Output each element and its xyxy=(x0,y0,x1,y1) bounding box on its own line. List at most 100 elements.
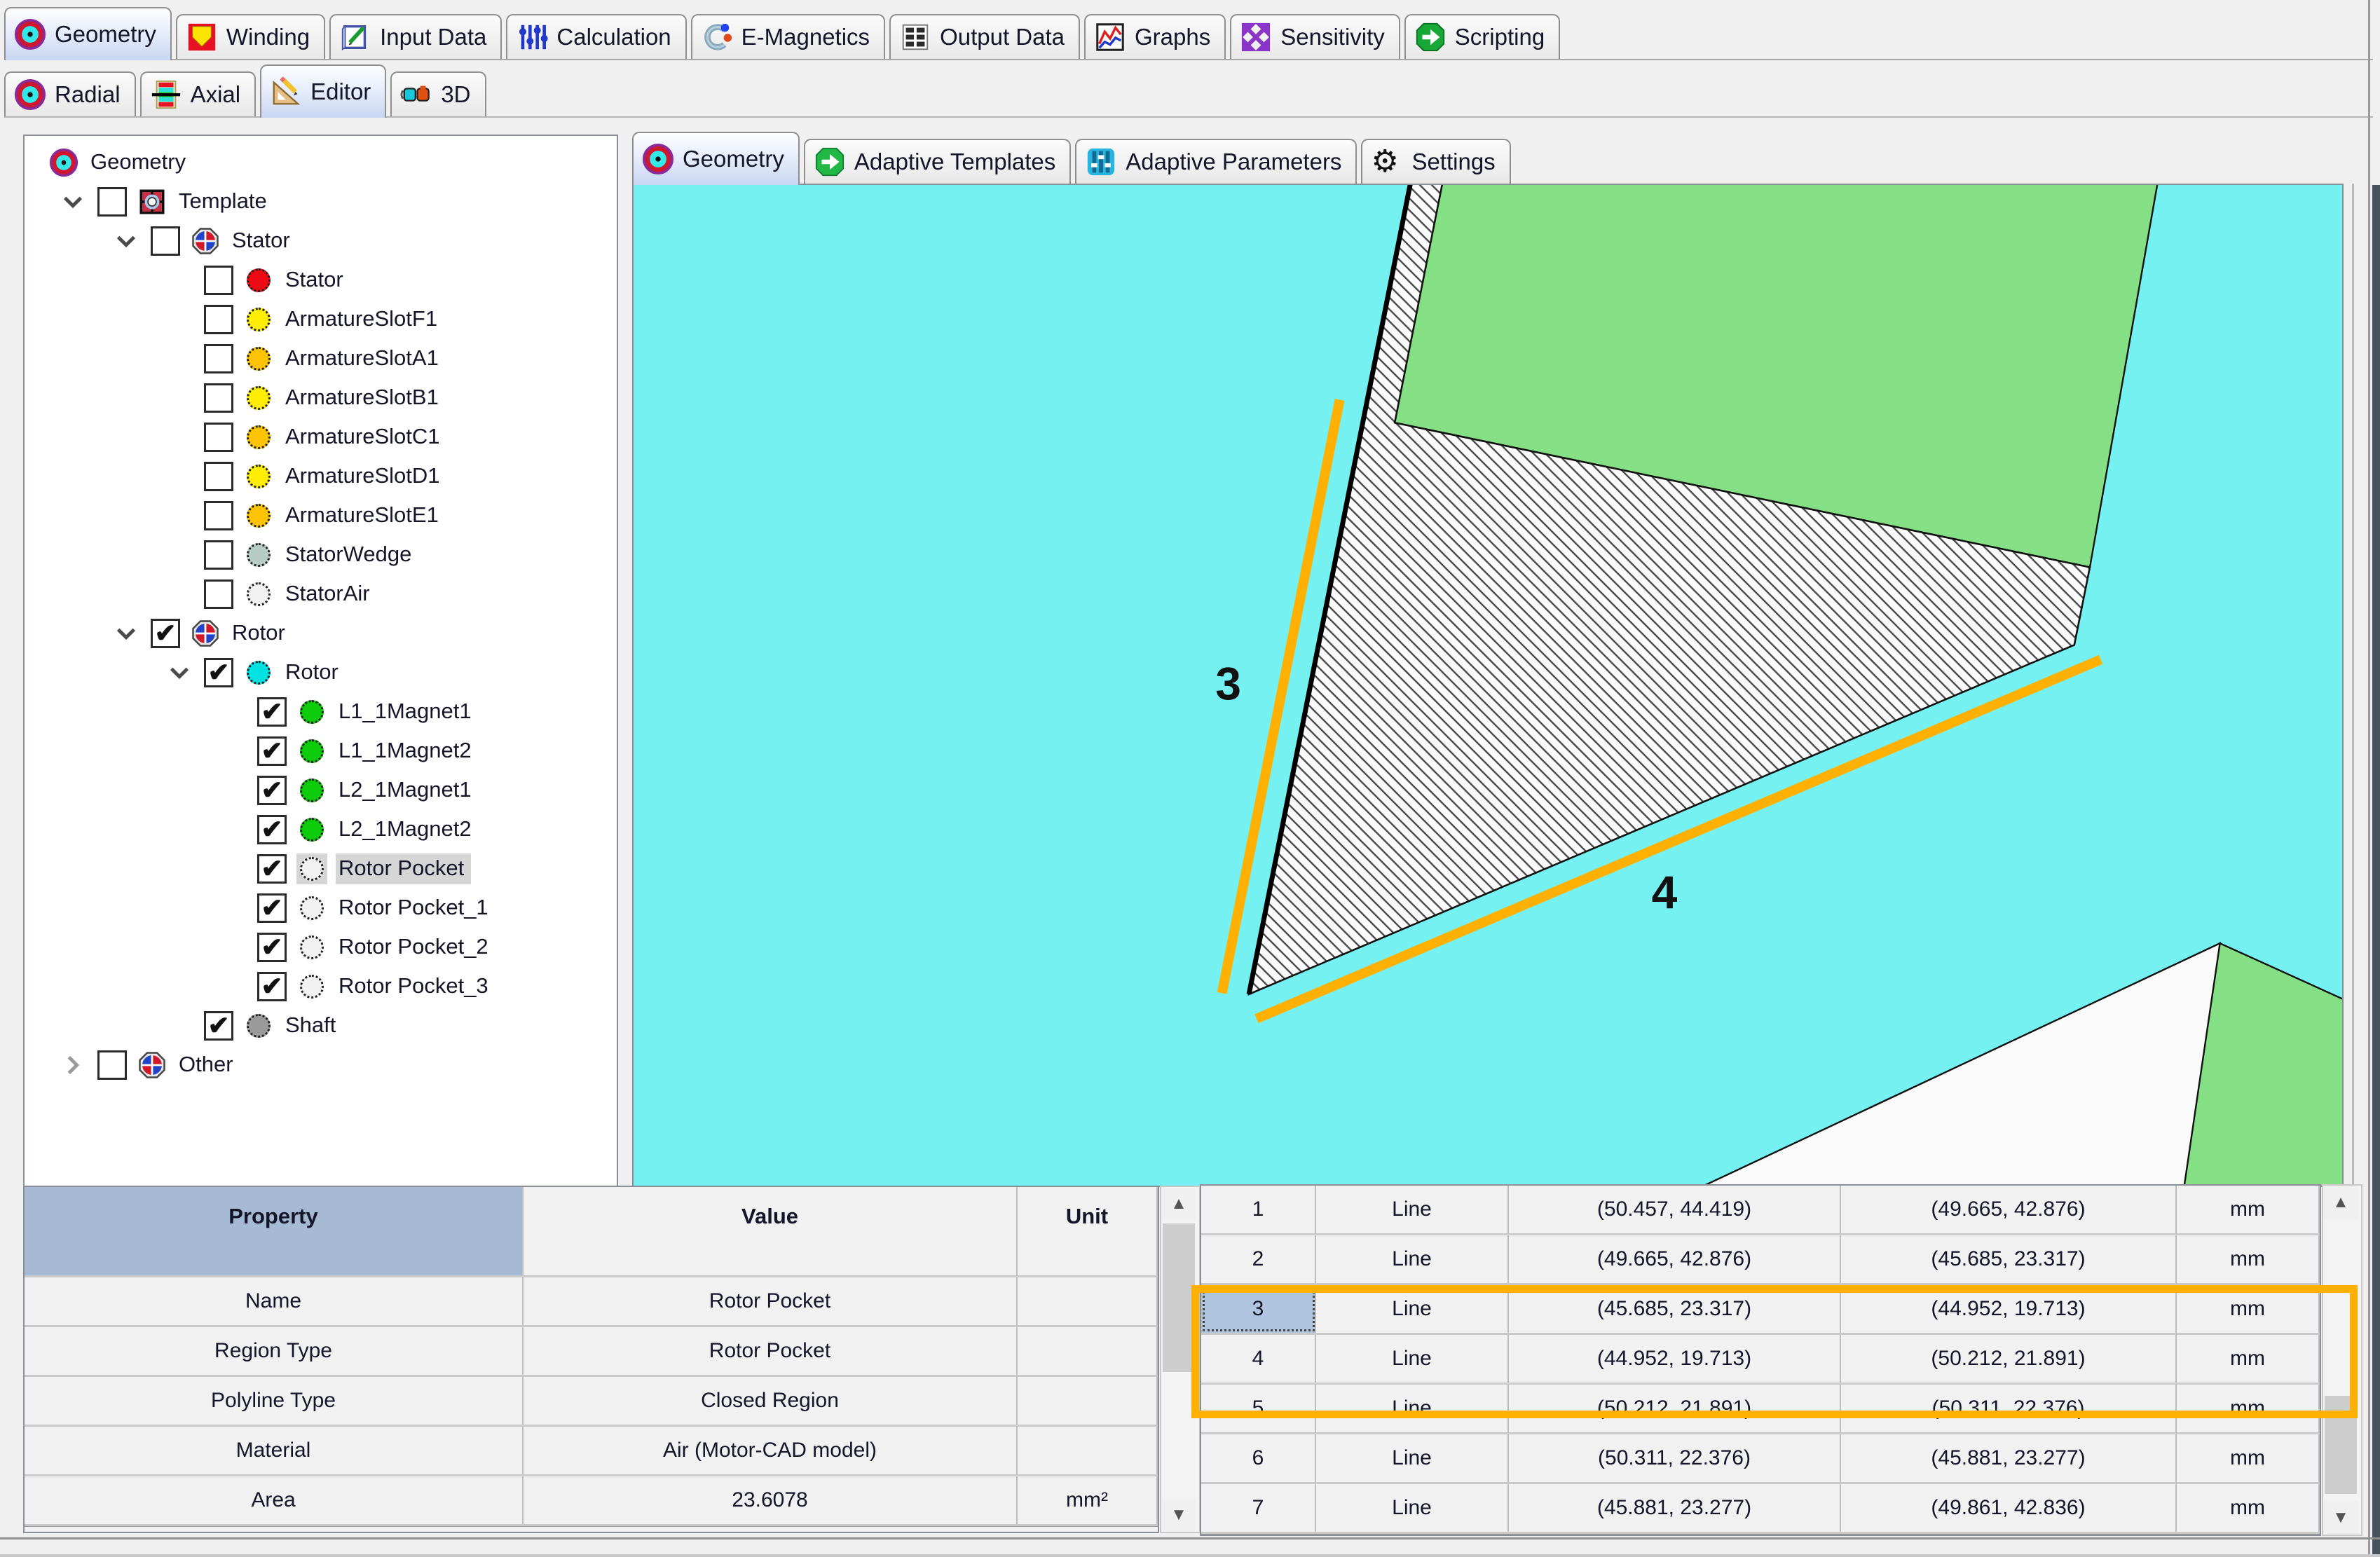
tree-checkbox[interactable] xyxy=(204,344,233,373)
segment-unit-cell[interactable]: mm xyxy=(2177,1434,2320,1482)
tree-item-shaft-22[interactable]: ✔Shaft xyxy=(25,1006,617,1045)
tree-item-armatureslotf1-4[interactable]: ArmatureSlotF1 xyxy=(25,300,617,339)
tab-sensitivity[interactable]: Sensitivity xyxy=(1230,14,1400,59)
segment-unit-cell[interactable]: mm xyxy=(2177,1186,2320,1233)
chevron-right-icon[interactable] xyxy=(61,1051,97,1079)
tree-item-label[interactable]: ArmatureSlotB1 xyxy=(282,383,446,413)
segment-p1-cell[interactable]: (45.685, 23.317) xyxy=(1509,1285,1841,1333)
tree-item-label[interactable]: Rotor Pocket xyxy=(336,853,471,884)
tree-checkbox[interactable]: ✔ xyxy=(257,736,287,766)
tree-checkbox[interactable] xyxy=(97,187,127,217)
tab-winding[interactable]: Winding xyxy=(176,14,325,59)
segment-p2-cell[interactable]: (49.861, 42.836) xyxy=(1841,1484,2177,1532)
property-property-cell[interactable]: Material xyxy=(25,1427,524,1474)
tab-editor[interactable]: Editor xyxy=(260,64,386,118)
segment-row-1[interactable]: 1Line(50.457, 44.419)(49.665, 42.876)mm xyxy=(1201,1186,2320,1235)
segment-row-7[interactable]: 7Line(45.881, 23.277)(49.861, 42.836)mm xyxy=(1201,1484,2320,1534)
segment-p2-cell[interactable]: (49.665, 42.876) xyxy=(1841,1186,2177,1233)
tree-checkbox[interactable] xyxy=(204,383,233,413)
scroll-down-button[interactable]: ▼ xyxy=(1161,1498,1196,1532)
segment-table-scrollbar[interactable]: ▲▼ xyxy=(2322,1184,2362,1536)
tree-item-l2-1magnet1-16[interactable]: ✔L2_1Magnet1 xyxy=(25,771,617,810)
property-unit-cell[interactable] xyxy=(1018,1377,1158,1425)
property-property-cell[interactable]: Area xyxy=(25,1476,524,1524)
segment-p1-cell[interactable]: (50.457, 44.419) xyxy=(1509,1186,1841,1233)
segment-type-cell[interactable]: Line xyxy=(1316,1434,1509,1482)
tree-checkbox[interactable] xyxy=(204,462,233,491)
tree-item-label[interactable]: L2_1Magnet1 xyxy=(336,775,479,806)
chevron-down-icon[interactable] xyxy=(61,188,97,216)
segment-n-cell[interactable]: 5 xyxy=(1201,1385,1316,1432)
tab-scripting[interactable]: Scripting xyxy=(1404,14,1560,59)
tree-item-rotor-pocket-2-20[interactable]: ✔Rotor Pocket_2 xyxy=(25,928,617,967)
property-unit-cell[interactable] xyxy=(1018,1427,1158,1474)
segment-row-4[interactable]: 4Line(44.952, 19.713)(50.212, 21.891)mm xyxy=(1201,1335,2320,1385)
segment-p2-cell[interactable]: (50.212, 21.891) xyxy=(1841,1335,2177,1383)
property-value-cell[interactable]: Rotor Pocket xyxy=(524,1327,1018,1375)
tree-checkbox[interactable] xyxy=(204,540,233,570)
property-unit-cell[interactable]: mm² xyxy=(1018,1476,1158,1524)
segment-row-3[interactable]: 3Line(45.685, 23.317)(44.952, 19.713)mm xyxy=(1201,1285,2320,1335)
scroll-up-button[interactable]: ▲ xyxy=(1161,1187,1196,1221)
tree-item-rotor-13[interactable]: ✔Rotor xyxy=(25,653,617,692)
segment-p2-cell[interactable]: (50.311, 22.376) xyxy=(1841,1385,2177,1432)
tree-item-label[interactable]: Rotor Pocket_2 xyxy=(336,932,495,963)
property-property-cell[interactable]: Region Type xyxy=(25,1327,524,1375)
tree-checkbox[interactable]: ✔ xyxy=(257,893,287,923)
segment-p1-cell[interactable]: (50.311, 22.376) xyxy=(1509,1434,1841,1482)
segment-type-cell[interactable]: Line xyxy=(1316,1385,1509,1432)
tree-item-label[interactable]: StatorAir xyxy=(282,579,377,610)
scroll-thumb[interactable] xyxy=(2325,1396,2357,1494)
segment-p2-cell[interactable]: (45.685, 23.317) xyxy=(1841,1235,2177,1283)
segment-n-cell[interactable]: 4 xyxy=(1201,1335,1316,1383)
segment-row-6[interactable]: 6Line(50.311, 22.376)(45.881, 23.277)mm xyxy=(1201,1434,2320,1484)
tree-item-label[interactable]: Template xyxy=(176,186,274,217)
segment-p2-cell[interactable]: (44.952, 19.713) xyxy=(1841,1285,2177,1333)
property-property-cell[interactable]: Polyline Type xyxy=(25,1377,524,1425)
tab-radial[interactable]: Radial xyxy=(4,71,136,116)
tree-checkbox[interactable] xyxy=(204,501,233,530)
tab-3d[interactable]: 3D xyxy=(390,71,486,116)
tree-item-armatureslote1-9[interactable]: ArmatureSlotE1 xyxy=(25,496,617,535)
segment-p1-cell[interactable]: (49.665, 42.876) xyxy=(1509,1235,1841,1283)
tab-e-magnetics[interactable]: E-Magnetics xyxy=(691,14,885,59)
tab-output-data[interactable]: Output Data xyxy=(889,14,1080,59)
tab-settings[interactable]: ⚙Settings xyxy=(1361,139,1510,184)
tree-checkbox[interactable] xyxy=(151,226,180,256)
segment-p1-cell[interactable]: (50.212, 21.891) xyxy=(1509,1385,1841,1432)
tab-adaptive-templates[interactable]: Adaptive Templates xyxy=(804,139,1071,184)
tree-item-other-23[interactable]: Other xyxy=(25,1045,617,1085)
scroll-down-button[interactable]: ▼ xyxy=(2323,1501,2358,1535)
tree-item-label[interactable]: L1_1Magnet2 xyxy=(336,736,479,767)
tree-checkbox[interactable]: ✔ xyxy=(257,854,287,884)
tree-item-l1-1magnet2-15[interactable]: ✔ L1_1Magnet2 xyxy=(25,732,617,771)
property-unit-cell[interactable] xyxy=(1018,1277,1158,1325)
segment-row-2[interactable]: 2Line(49.665, 42.876)(45.685, 23.317)mm xyxy=(1201,1235,2320,1285)
segment-unit-cell[interactable]: mm xyxy=(2177,1335,2320,1383)
geometry-canvas[interactable]: 34 xyxy=(632,184,2344,1187)
segment-p1-cell[interactable]: (45.881, 23.277) xyxy=(1509,1484,1841,1532)
tree-item-label[interactable]: Geometry xyxy=(88,147,193,178)
tree-item-stator-2[interactable]: Stator xyxy=(25,221,617,261)
property-value-cell[interactable]: Rotor Pocket xyxy=(524,1277,1018,1325)
segment-p1-cell[interactable]: (44.952, 19.713) xyxy=(1509,1335,1841,1383)
segment-unit-cell[interactable]: mm xyxy=(2177,1484,2320,1532)
segment-n-cell[interactable]: 7 xyxy=(1201,1484,1316,1532)
tree-item-label[interactable]: ArmatureSlotE1 xyxy=(282,500,446,531)
tree-item-label[interactable]: Other xyxy=(176,1050,240,1081)
tree-item-label[interactable]: Rotor xyxy=(282,657,346,688)
tree-item-rotor-pocket-3-21[interactable]: ✔ Rotor Pocket_3 xyxy=(25,967,617,1006)
tree-item-label[interactable]: ArmatureSlotA1 xyxy=(282,343,446,374)
segment-type-cell[interactable]: Line xyxy=(1316,1186,1509,1233)
tree-item-label[interactable]: Rotor Pocket_3 xyxy=(336,971,495,1002)
tree-item-label[interactable]: Rotor xyxy=(229,618,292,649)
tree-item-label[interactable]: ArmatureSlotD1 xyxy=(282,461,447,492)
tree-item-l2-1magnet2-17[interactable]: ✔L2_1Magnet2 xyxy=(25,810,617,849)
tree-item-statorair-11[interactable]: StatorAir xyxy=(25,575,617,614)
segment-type-cell[interactable]: Line xyxy=(1316,1484,1509,1532)
tree-item-rotor-pocket-1-19[interactable]: ✔Rotor Pocket_1 xyxy=(25,889,617,928)
tree-item-template-1[interactable]: Template xyxy=(25,182,617,221)
tree-checkbox[interactable]: ✔ xyxy=(257,972,287,1001)
chevron-down-icon[interactable] xyxy=(114,227,151,255)
tree-item-label[interactable]: StatorWedge xyxy=(282,540,418,570)
